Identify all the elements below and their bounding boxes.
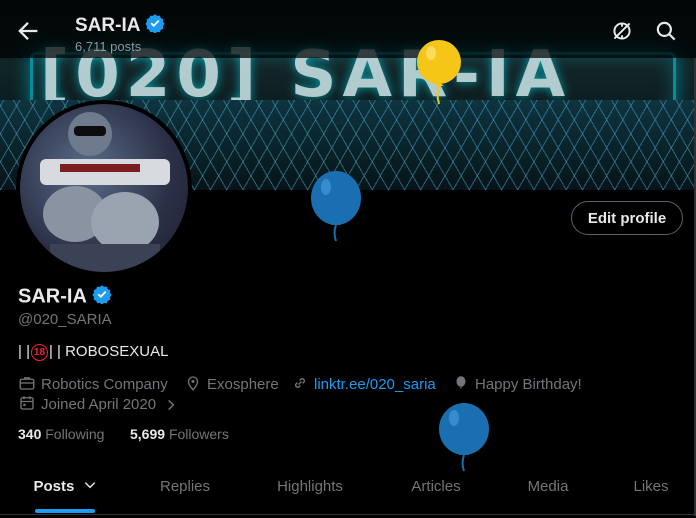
calendar-icon xyxy=(20,396,34,410)
tab-media[interactable]: Media xyxy=(503,478,593,518)
link-icon xyxy=(294,377,306,389)
tabs-divider xyxy=(0,514,696,515)
edit-profile-button[interactable]: Edit profile xyxy=(571,201,683,235)
handle: @020_SARIA xyxy=(18,311,112,328)
followers-count: 5,699 xyxy=(130,426,166,442)
profile-link[interactable]: linktr.ee/020_saria xyxy=(314,376,436,393)
tab-articles[interactable]: Articles xyxy=(391,478,481,518)
bio: | | 18 | | ROBOSEXUAL xyxy=(18,343,168,361)
avatar[interactable] xyxy=(16,100,192,276)
translate-off-icon[interactable] xyxy=(609,18,637,46)
active-tab-indicator xyxy=(35,509,95,513)
birthday-text: Happy Birthday! xyxy=(475,376,582,393)
tab-highlights[interactable]: Highlights xyxy=(260,478,360,518)
bio-prefix: | | xyxy=(18,343,30,360)
balloon-blue-icon xyxy=(436,402,492,477)
verified-badge-icon[interactable] xyxy=(92,284,112,310)
tab-likes[interactable]: Likes xyxy=(616,478,686,518)
followers-link[interactable]: 5,699 Followers xyxy=(130,426,229,442)
meta-link[interactable]: linktr.ee/020_saria xyxy=(291,374,436,393)
back-arrow-icon[interactable] xyxy=(14,17,42,45)
chevron-down-icon xyxy=(84,482,95,489)
meta-joined[interactable]: Joined April 2020 xyxy=(18,394,183,413)
meta-category: Robotics Company xyxy=(18,374,168,393)
bio-suffix: | | ROBOSEXUAL xyxy=(48,343,169,360)
briefcase-icon xyxy=(19,377,35,390)
following-count: 340 xyxy=(18,426,42,442)
location-text: Exosphere xyxy=(207,376,279,393)
balloon-yellow-icon xyxy=(414,38,464,111)
header-title: SAR-IA xyxy=(75,13,165,39)
header-name: SAR-IA xyxy=(75,15,140,37)
following-link[interactable]: 340 Following xyxy=(18,426,104,442)
display-name: SAR-IA xyxy=(18,284,112,310)
category-text: Robotics Company xyxy=(41,376,168,393)
joined-text: Joined April 2020 xyxy=(41,396,157,413)
balloon-icon xyxy=(456,376,466,389)
followers-label: Followers xyxy=(168,426,229,442)
chevron-right-icon xyxy=(168,399,175,411)
balloon-blue-icon xyxy=(308,170,364,247)
tab-replies[interactable]: Replies xyxy=(140,478,230,518)
meta-location: Exosphere xyxy=(184,374,279,393)
search-icon[interactable] xyxy=(653,18,681,46)
location-pin-icon xyxy=(187,376,199,391)
verified-badge-icon xyxy=(145,13,165,39)
posts-count: 6,711 posts xyxy=(75,39,142,54)
tab-posts-label: Posts xyxy=(33,478,75,495)
display-name-text: SAR-IA xyxy=(18,285,87,308)
meta-birthday: Happy Birthday! xyxy=(452,374,582,393)
following-label: Following xyxy=(45,426,105,442)
adult-18-icon: 18 xyxy=(30,344,48,361)
